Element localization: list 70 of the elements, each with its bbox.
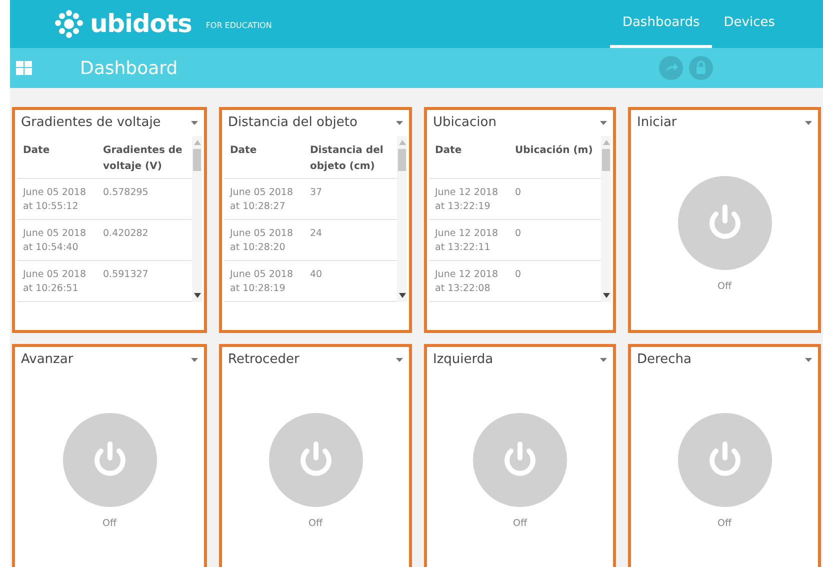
caret-icon[interactable] [600, 121, 607, 125]
lock-icon[interactable] [689, 56, 713, 80]
table-cell-text: June 05 2018 at 10:28:19 [228, 268, 294, 296]
widget-title: Ubicacion [433, 114, 496, 132]
switch-status: Off [512, 517, 528, 531]
column-header: Date [22, 144, 51, 158]
scroll-thumb[interactable] [602, 149, 610, 171]
column-header: Date [434, 144, 463, 158]
table-cell-text: June 12 2018 at 13:22:19 [434, 186, 499, 214]
widget-title: Derecha [637, 351, 692, 370]
scroll-up-icon[interactable] [194, 140, 200, 145]
table-cell-text: 0 [514, 186, 522, 200]
switch-status: Off [717, 280, 732, 294]
caret-icon[interactable] [191, 358, 198, 362]
power-icon [298, 441, 334, 479]
table-cell-text: June 12 2018 at 13:22:08 [434, 268, 499, 296]
table-cell-text: 0 [514, 268, 522, 282]
caret-icon[interactable] [191, 121, 198, 125]
widget-title: Izquierda [433, 351, 494, 370]
scrollbar[interactable] [397, 136, 407, 302]
brand-tagline: FOR EDUCATION [206, 20, 272, 32]
widget-title: Retroceder [228, 351, 300, 370]
table-cell-text: 37 [309, 186, 324, 200]
power-icon [502, 441, 538, 479]
column-header: Date [229, 144, 258, 158]
power-icon [706, 204, 742, 242]
column-header: Ubicación (m) [514, 144, 594, 158]
table-cell-text: 24 [309, 227, 324, 241]
power-icon [92, 441, 128, 479]
scrollbar[interactable] [192, 136, 202, 302]
widget-title: Distancia del objeto [228, 114, 358, 132]
power-icon [706, 441, 742, 479]
scroll-down-icon[interactable] [194, 293, 200, 298]
nav-tab[interactable]: Devices [712, 0, 787, 48]
share-icon[interactable] [659, 56, 683, 80]
caret-icon[interactable] [805, 358, 812, 362]
switch-status: Off [308, 517, 323, 531]
table-cell-text: June 05 2018 at 10:55:12 [22, 186, 87, 214]
table-cell-text: 40 [309, 268, 324, 282]
table-cell-text: 0 [514, 227, 522, 241]
caret-icon[interactable] [600, 358, 607, 362]
scroll-thumb[interactable] [398, 149, 406, 171]
toolbar-title: Dashboard [80, 56, 178, 80]
table-cell-text: June 05 2018 at 10:54:40 [22, 227, 87, 255]
table-cell-text: June 12 2018 at 13:22:11 [434, 227, 499, 255]
caret-icon[interactable] [805, 121, 812, 125]
table-cell-text: 0.420282 [102, 227, 150, 241]
caret-icon[interactable] [396, 358, 403, 362]
scroll-up-icon[interactable] [602, 140, 610, 145]
table-cell-text: June 05 2018 at 10:28:27 [228, 186, 294, 214]
column-header: Gradientes de voltaje (V) [102, 144, 184, 174]
table-cell-text: 0.578295 [102, 186, 150, 200]
brand-name: ubidots [90, 8, 192, 40]
widget-title: Avanzar [21, 351, 74, 370]
grid-icon[interactable] [16, 61, 32, 75]
scroll-down-icon[interactable] [398, 293, 406, 298]
scroll-up-icon[interactable] [398, 140, 406, 145]
table-cell-text: June 05 2018 at 10:28:20 [228, 227, 294, 255]
scroll-down-icon[interactable] [602, 293, 610, 298]
widget-title: Iniciar [637, 114, 677, 132]
switch-status: Off [717, 517, 732, 531]
table-cell-text: 0.591327 [102, 268, 150, 282]
scroll-thumb[interactable] [193, 149, 201, 171]
column-header: Distancia del objeto (cm) [309, 144, 384, 174]
logo-icon [54, 9, 84, 39]
table-cell-text: June 05 2018 at 10:26:51 [22, 268, 87, 296]
switch-status: Off [102, 517, 117, 531]
widget-title: Gradientes de voltaje [21, 114, 161, 132]
caret-icon[interactable] [396, 121, 403, 125]
scrollbar[interactable] [601, 136, 611, 302]
